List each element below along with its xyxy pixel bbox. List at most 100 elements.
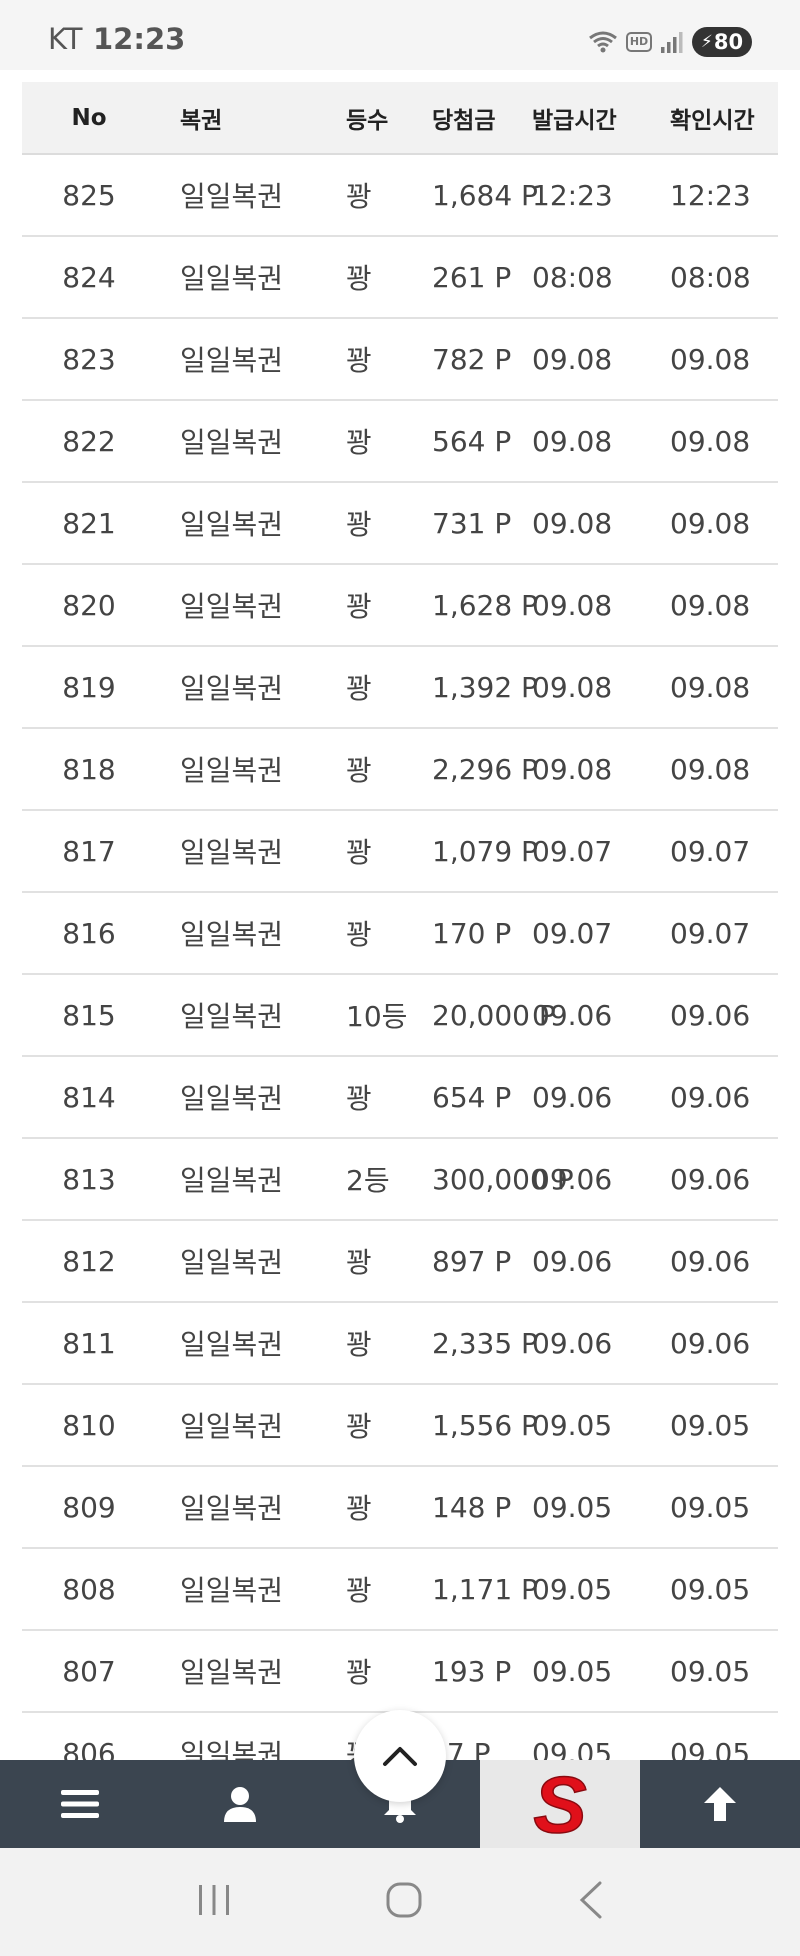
table-row: 808 일일복권 꽝 1,171 P 09.05 09.05 [22,1548,778,1630]
cell-rank: 꽝 [346,1656,372,1689]
lottery-history-table-container[interactable]: No 복권 등수 당첨금 발급시간 확인시간 825 일일복권 꽝 1,684 P 12… [22,82,778,1760]
status-bar: KT 12:23 HD ⚡ 80 [0,0,800,70]
home-icon [386,1882,422,1918]
cell-prize: 1,079 P [432,834,538,868]
hd-voice-icon: HD [626,32,652,52]
cell-issue-time: 12:23 [532,178,613,212]
cell-lottery: 일일복권 [180,1164,284,1197]
cell-prize: 1,684 P [432,178,538,212]
cell-rank: 꽝 [346,1574,372,1607]
table-row: 812 일일복권 꽝 897 P 09.06 09.06 [22,1220,778,1302]
cell-prize: 731 P [432,506,512,540]
cell-rank: 꽝 [346,754,372,787]
table-row: 809 일일복권 꽝 148 P 09.05 09.05 [22,1466,778,1548]
recent-apps-button[interactable] [196,1883,232,1921]
cell-rank: 꽝 [346,1246,372,1279]
cell-check-time: 09.08 [670,342,751,376]
scroll-top-button[interactable] [354,1710,446,1802]
cell-check-time: 09.06 [670,1244,751,1278]
header-issue-time: 발급시간 [532,107,617,134]
cell-issue-time: 09.06 [532,998,613,1032]
cell-no: 808 [62,1572,116,1606]
back-button[interactable] [576,1880,604,1924]
cell-prize: 20,000 P [432,998,556,1032]
cell-no: 823 [62,342,116,376]
cell-issue-time: 09.08 [532,424,613,458]
cell-rank: 꽝 [346,1082,372,1115]
cell-issue-time: 08:08 [532,260,613,294]
cell-lottery: 일일복권 [180,344,284,377]
table-row: 810 일일복권 꽝 1,556 P 09.05 09.05 [22,1384,778,1466]
signal-icon [661,32,683,53]
cell-rank: 10등 [346,1000,408,1033]
cell-check-time: 09.05 [670,1736,751,1761]
cell-no: 824 [62,260,116,294]
cell-check-time: 09.08 [670,506,751,540]
cell-no: 812 [62,1244,116,1278]
cell-lottery: 일일복권 [180,1328,284,1361]
system-nav-bar [0,1848,800,1956]
cell-prize: 2,335 P [432,1326,538,1360]
table-row: 811 일일복권 꽝 2,335 P 09.06 09.06 [22,1302,778,1384]
cell-check-time: 09.06 [670,1326,751,1360]
table-body: 825 일일복권 꽝 1,684 P 12:23 12:23 824 일일복권 꽝 261 P 08… [22,154,778,1760]
user-icon [224,1787,256,1822]
cell-issue-time: 09.06 [532,1326,613,1360]
cell-lottery: 일일복권 [180,836,284,869]
cell-lottery: 일일복권 [180,1574,284,1607]
battery-indicator: ⚡ 80 [692,27,752,57]
cell-rank: 꽝 [346,180,372,213]
cell-rank: 꽝 [346,1410,372,1443]
table-row: 814 일일복권 꽝 654 P 09.06 09.06 [22,1056,778,1138]
table-row: 825 일일복권 꽝 1,684 P 12:23 12:23 [22,154,778,236]
table-row: 807 일일복권 꽝 193 P 09.05 09.05 [22,1630,778,1712]
cell-rank: 꽝 [346,262,372,295]
cell-check-time: 09.07 [670,834,751,868]
status-clock: 12:23 [93,22,186,56]
cell-no: 814 [62,1080,116,1114]
cell-issue-time: 09.06 [532,1244,613,1278]
cell-issue-time: 09.07 [532,916,613,950]
recent-apps-icon [199,1885,229,1915]
cell-check-time: 09.06 [670,998,751,1032]
nav-profile-button[interactable] [160,1760,320,1848]
cell-rank: 꽝 [346,672,372,705]
cell-no: 815 [62,998,116,1032]
nav-top-button[interactable] [640,1760,800,1848]
table-row: 820 일일복권 꽝 1,628 P 09.08 09.08 [22,564,778,646]
cell-no: 825 [62,178,116,212]
table-row: 823 일일복권 꽝 782 P 09.08 09.08 [22,318,778,400]
cell-lottery: 일일복권 [180,262,284,295]
header-prize: 당첨금 [432,107,496,134]
cell-no: 807 [62,1654,116,1688]
table-row: 815 일일복권 10등 20,000 P 09.06 09.06 [22,974,778,1056]
battery-level: 80 [713,30,744,54]
cell-prize: 1,556 P [432,1408,538,1442]
cell-lottery: 일일복권 [180,1410,284,1443]
cell-no: 811 [62,1326,116,1360]
header-lottery: 복권 [180,107,223,134]
table-row: 824 일일복권 꽝 261 P 08:08 08:08 [22,236,778,318]
nav-logo-button[interactable]: S [480,1760,640,1848]
cell-check-time: 09.05 [670,1572,751,1606]
cell-check-time: 09.06 [670,1080,751,1114]
cell-rank: 꽝 [346,426,372,459]
cell-rank: 꽝 [346,918,372,951]
cell-no: 822 [62,424,116,458]
cell-lottery: 일일복권 [180,1246,284,1279]
cell-check-time: 08:08 [670,260,751,294]
cell-prize: 564 P [432,424,512,458]
nav-menu-button[interactable] [0,1760,160,1848]
cell-lottery: 일일복권 [180,1656,284,1689]
cell-check-time: 09.07 [670,916,751,950]
cell-prize: 170 P [432,916,512,950]
cell-prize: 193 P [432,1654,512,1688]
arrow-up-icon [704,1787,736,1821]
cell-prize: 1,628 P [432,588,538,622]
home-button[interactable] [384,1880,424,1924]
table-row: 817 일일복권 꽝 1,079 P 09.07 09.07 [22,810,778,892]
cell-prize: 300,000 P [432,1162,574,1196]
cell-issue-time: 09.06 [532,1162,613,1196]
cell-lottery: 일일복권 [180,754,284,787]
cell-no: 809 [62,1490,116,1524]
